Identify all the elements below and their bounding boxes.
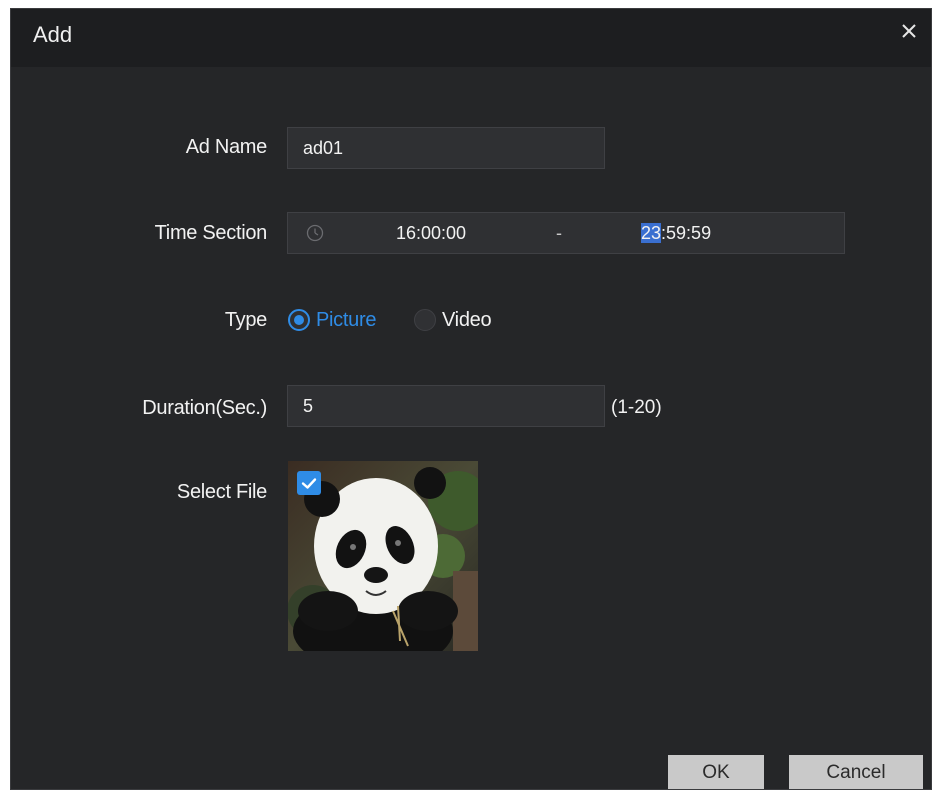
ad-name-input[interactable]: [287, 127, 605, 169]
cancel-button[interactable]: Cancel: [789, 755, 923, 789]
time-end-hour-selection[interactable]: 23: [641, 223, 662, 243]
time-section-label: Time Section: [154, 222, 268, 244]
type-option-label: Video: [442, 308, 492, 331]
type-radio-video[interactable]: Video: [414, 307, 492, 333]
ok-button[interactable]: OK: [668, 755, 764, 789]
radio-selected-icon: [288, 309, 310, 331]
time-start-value[interactable]: 16:00:00: [396, 223, 466, 244]
select-file-label: Select File: [176, 481, 267, 503]
type-label: Type: [224, 309, 267, 331]
duration-range-hint: (1-20): [611, 397, 662, 418]
duration-label: Duration(Sec.): [142, 397, 267, 419]
type-option-label: Picture: [316, 308, 377, 331]
add-dialog: Add Ad Name Time Section 16:00:00 - 23:5…: [10, 8, 932, 790]
time-end-value[interactable]: 23:59:59: [641, 223, 711, 244]
duration-input[interactable]: [287, 385, 605, 427]
dialog-title: Add: [33, 22, 73, 47]
time-section-picker[interactable]: 16:00:00 - 23:59:59: [287, 212, 845, 254]
time-end-rest: :59:59: [661, 223, 712, 243]
type-radio-picture[interactable]: Picture: [288, 307, 376, 333]
file-thumbnail[interactable]: [288, 461, 478, 651]
close-icon: [902, 24, 916, 38]
close-button[interactable]: [897, 19, 921, 43]
time-separator: -: [556, 223, 562, 243]
clock-icon: [306, 224, 324, 242]
dialog-title-bar: Add: [11, 9, 931, 67]
ad-name-label: Ad Name: [185, 136, 268, 158]
radio-unselected-icon: [414, 309, 436, 331]
checkmark-icon: [301, 478, 317, 489]
file-checkbox[interactable]: [297, 471, 321, 495]
